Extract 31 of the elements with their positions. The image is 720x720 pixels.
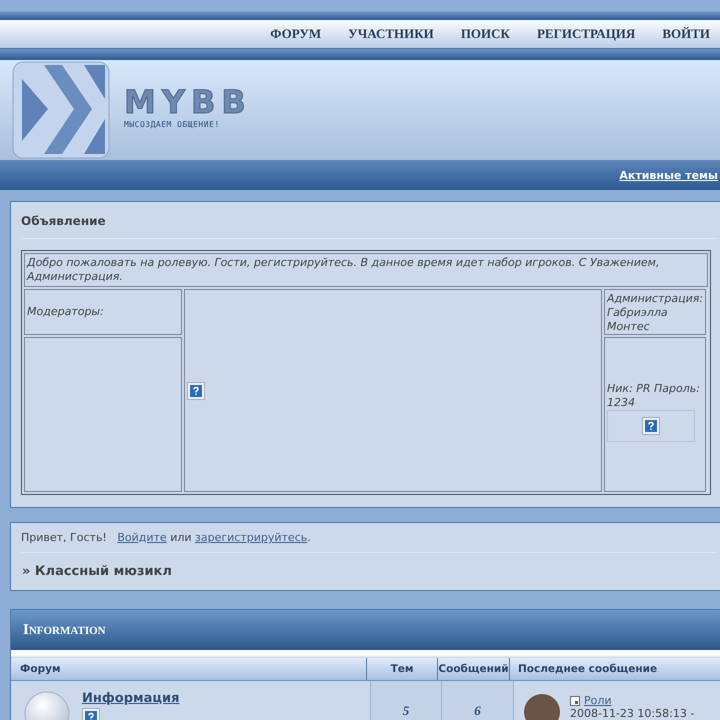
broken-image-icon — [642, 417, 660, 435]
announcement-title: Объявление — [21, 213, 107, 230]
column-heading: Форум — [11, 658, 367, 680]
logo-wordmark: MYBB — [124, 84, 252, 120]
logo-tagline: МЫСОЗДАЕМ ОБЩЕНИЕ! — [124, 120, 221, 128]
table-cell: Модераторы: — [24, 289, 182, 335]
last-post-date: 2008-11-23 10:58:13 - — [570, 707, 694, 720]
post-icon — [570, 696, 580, 706]
table-cell: Добро пожаловать на ролевую. Гости, регистрируйтесь. В данное время идет набор игроков. С Уважением, Администрация. — [24, 253, 708, 287]
nav-link[interactable]: ВОЙТИ — [662, 26, 710, 42]
account-info-text: Ник: PR Пароль: 1234 — [607, 382, 701, 410]
table-cell: 6 — [442, 681, 514, 720]
register-link[interactable]: зарегистрируйтесь — [195, 531, 308, 544]
category-title: Information — [23, 622, 106, 638]
nav-link[interactable]: ФОРУМ — [270, 26, 322, 42]
nav-link[interactable]: УЧАСТНИКИ — [348, 26, 434, 42]
last-post-link[interactable]: Роли — [584, 694, 612, 707]
breadcrumb: » Классный мюзикл — [21, 564, 173, 581]
active-topics-link[interactable]: Активные темы — [619, 169, 718, 182]
column-heading: Тем — [367, 658, 438, 680]
column-heading: Последнее сообщение — [517, 662, 658, 677]
login-link[interactable]: Войдите — [117, 531, 167, 544]
forum-link[interactable]: Информация — [82, 691, 180, 706]
column-heading: Сообщений — [438, 658, 510, 680]
avatar-placeholder — [524, 694, 560, 720]
table-cell: Администрация: Габриэлла Монтес — [604, 289, 706, 335]
greeting-text: Привет, Гость! Войдите или зарегистрируйтесь. — [21, 531, 312, 544]
nav-link[interactable]: РЕГИСТРАЦИЯ — [536, 26, 636, 42]
nav-link[interactable]: ПОИСК — [460, 26, 510, 42]
table-cell: 5 — [371, 681, 442, 720]
broken-image-icon — [187, 382, 205, 400]
